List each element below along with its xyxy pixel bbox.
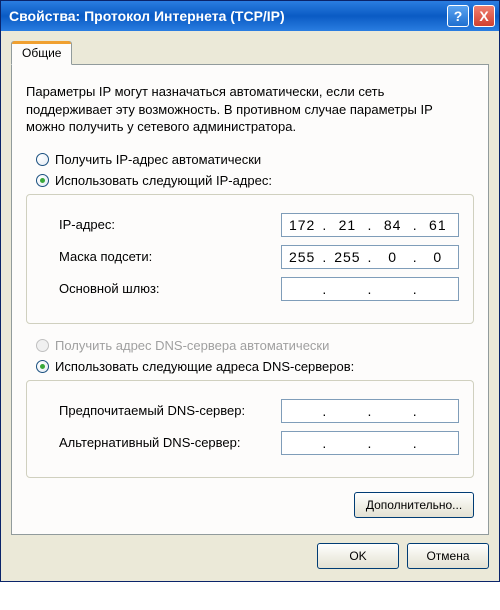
titlebar[interactable]: Свойства: Протокол Интернета (TCP/IP) ? … <box>1 1 499 31</box>
radio-dns-manual[interactable]: Использовать следующие адреса DNS-сервер… <box>26 359 474 374</box>
radio-icon-selected <box>36 360 49 373</box>
label-subnet-mask: Маска подсети: <box>59 249 281 264</box>
help-icon: ? <box>454 8 463 24</box>
ip-fieldset: IP-адрес: 172. 21. 84. 61 Маска подсети:… <box>26 194 474 324</box>
ip-octet: 0 <box>420 249 456 265</box>
advanced-button[interactable]: Дополнительно... <box>354 492 474 518</box>
help-button[interactable]: ? <box>447 5 469 27</box>
input-ip-address[interactable]: 172. 21. 84. 61 <box>281 213 459 237</box>
radio-dns-manual-label: Использовать следующие адреса DNS-сервер… <box>55 359 354 374</box>
ip-octet: 255 <box>284 249 320 265</box>
label-ip-address: IP-адрес: <box>59 217 281 232</box>
tab-general-label: Общие <box>22 46 61 60</box>
input-preferred-dns[interactable]: . . . <box>281 399 459 423</box>
label-preferred-dns: Предпочитаемый DNS-сервер: <box>59 403 281 418</box>
label-default-gateway: Основной шлюз: <box>59 281 281 296</box>
row-alternate-dns: Альтернативный DNS-сервер: . . . <box>41 431 459 455</box>
tab-general[interactable]: Общие <box>11 41 72 65</box>
input-subnet-mask[interactable]: 255. 255. 0. 0 <box>281 245 459 269</box>
ip-octet: 61 <box>420 217 456 233</box>
ip-octet: 21 <box>329 217 365 233</box>
dns-fieldset: Предпочитаемый DNS-сервер: . . . Альтерн… <box>26 380 474 478</box>
input-alternate-dns[interactable]: . . . <box>281 431 459 455</box>
dialog-body: Общие Параметры IP могут назначаться авт… <box>1 31 499 581</box>
radio-ip-manual[interactable]: Использовать следующий IP-адрес: <box>26 173 474 188</box>
dialog-buttons: OK Отмена <box>11 543 489 569</box>
ok-button[interactable]: OK <box>317 543 399 569</box>
ip-octet: 0 <box>374 249 410 265</box>
ip-octet: 172 <box>284 217 320 233</box>
row-ip-address: IP-адрес: 172. 21. 84. 61 <box>41 213 459 237</box>
radio-ip-auto[interactable]: Получить IP-адрес автоматически <box>26 152 474 167</box>
row-default-gateway: Основной шлюз: . . . <box>41 277 459 301</box>
ip-octet: 255 <box>329 249 365 265</box>
close-icon: X <box>479 8 488 24</box>
radio-icon <box>36 153 49 166</box>
ip-octet: 84 <box>374 217 410 233</box>
window-title: Свойства: Протокол Интернета (TCP/IP) <box>9 8 443 24</box>
row-subnet-mask: Маска подсети: 255. 255. 0. 0 <box>41 245 459 269</box>
dialog-window: Свойства: Протокол Интернета (TCP/IP) ? … <box>0 0 500 582</box>
cancel-button[interactable]: Отмена <box>407 543 489 569</box>
close-button[interactable]: X <box>473 5 495 27</box>
radio-dns-auto-label: Получить адрес DNS-сервера автоматически <box>55 338 329 353</box>
input-default-gateway[interactable]: . . . <box>281 277 459 301</box>
description-text: Параметры IP могут назначаться автоматич… <box>26 83 474 136</box>
tab-panel: Параметры IP могут назначаться автоматич… <box>11 64 489 535</box>
advanced-row: Дополнительно... <box>26 492 474 518</box>
radio-icon-disabled <box>36 339 49 352</box>
tab-strip: Общие <box>11 41 489 65</box>
label-alternate-dns: Альтернативный DNS-сервер: <box>59 435 281 450</box>
radio-icon-selected <box>36 174 49 187</box>
radio-ip-auto-label: Получить IP-адрес автоматически <box>55 152 261 167</box>
radio-ip-manual-label: Использовать следующий IP-адрес: <box>55 173 272 188</box>
radio-dns-auto: Получить адрес DNS-сервера автоматически <box>26 338 474 353</box>
row-preferred-dns: Предпочитаемый DNS-сервер: . . . <box>41 399 459 423</box>
